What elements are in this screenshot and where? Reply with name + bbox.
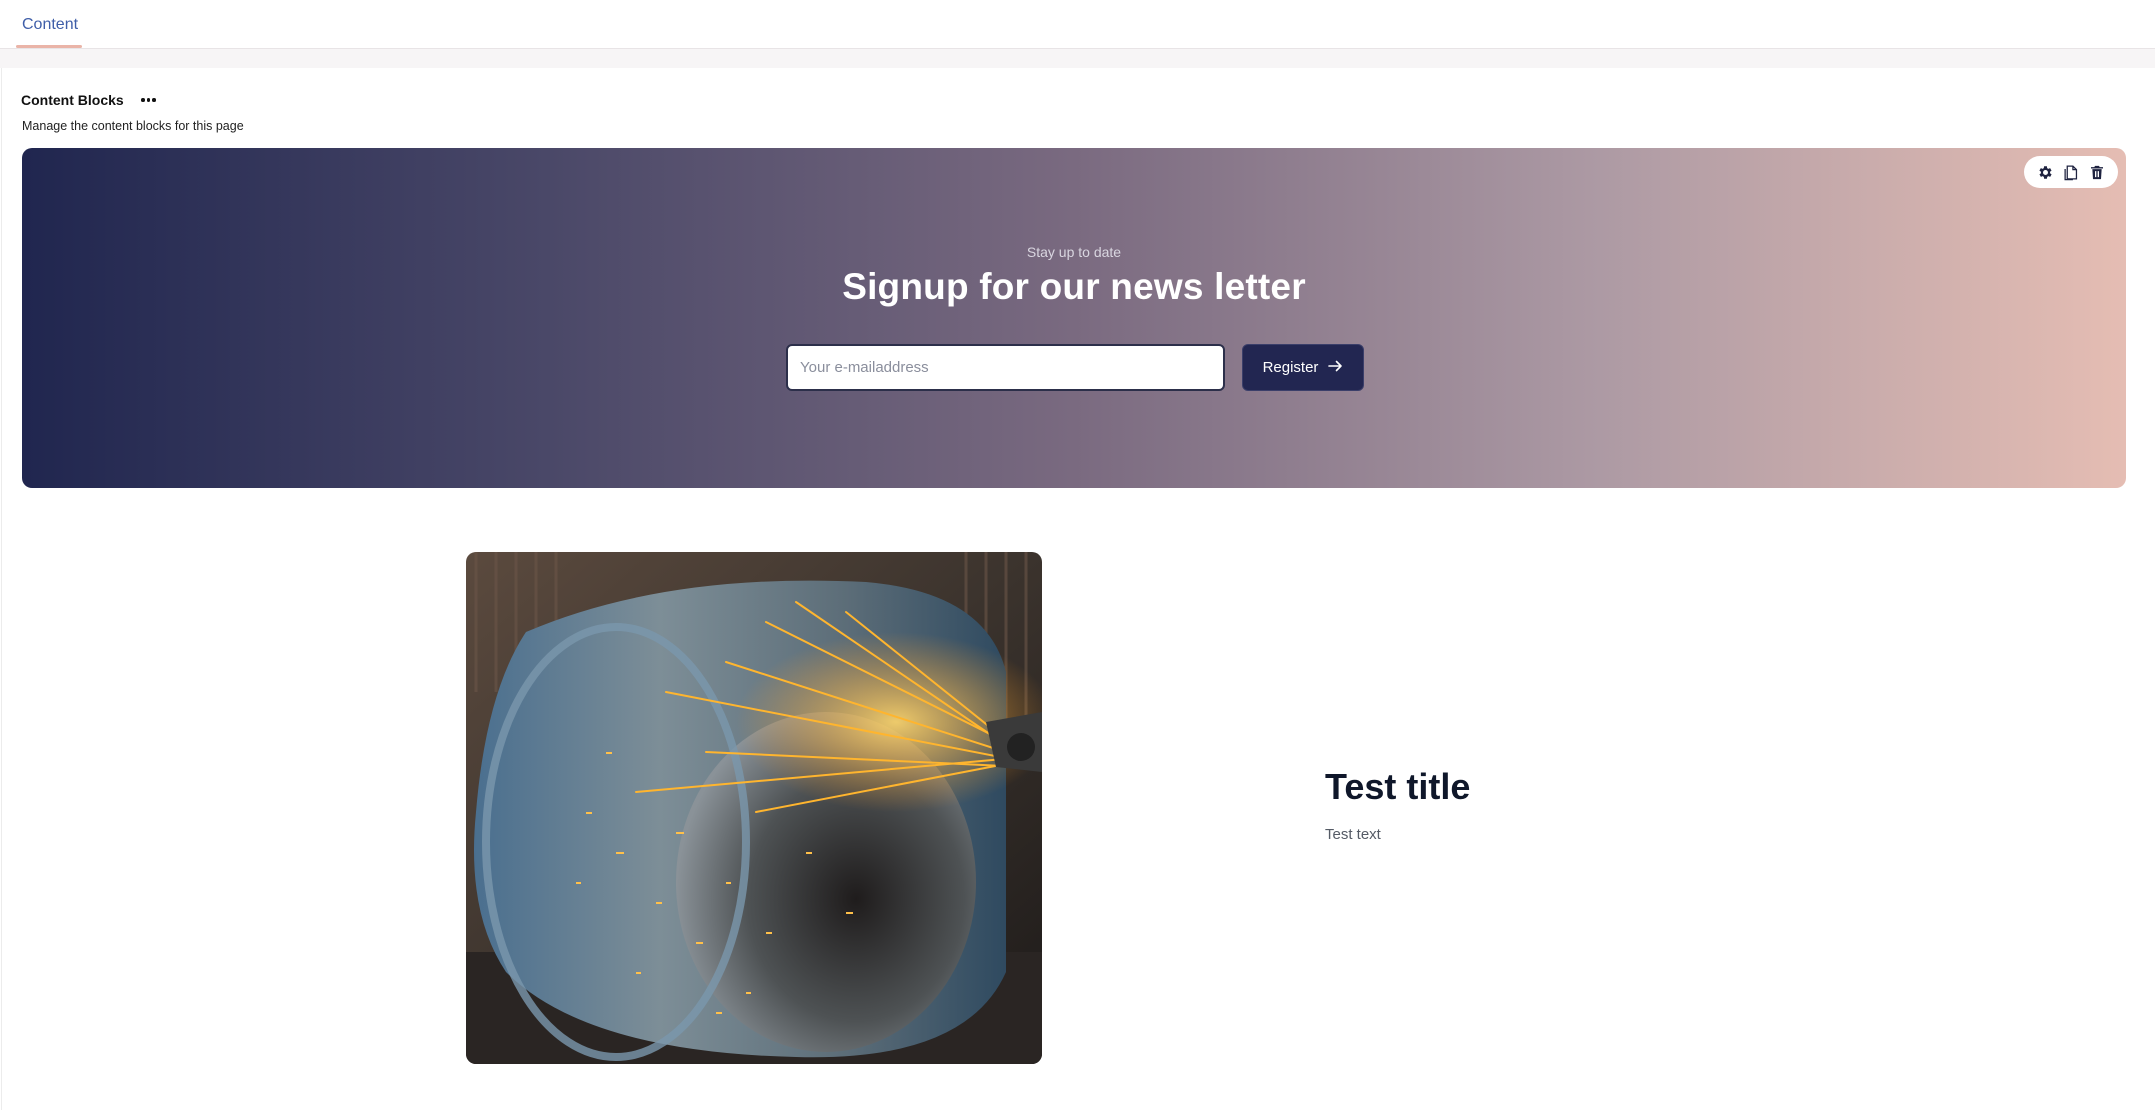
gear-icon[interactable] bbox=[2036, 162, 2056, 182]
register-button[interactable]: Register bbox=[1242, 344, 1364, 391]
media-image bbox=[466, 552, 1042, 1064]
tab-content[interactable]: Content bbox=[16, 0, 84, 49]
newsletter-form: Register bbox=[786, 344, 1364, 391]
section-header: Content Blocks bbox=[21, 92, 160, 108]
media-text: Test text bbox=[1325, 826, 1381, 843]
block-toolbar bbox=[2024, 156, 2118, 188]
arrow-right-icon bbox=[1328, 359, 1343, 376]
newsletter-kicker: Stay up to date bbox=[1026, 244, 1122, 260]
section-title: Content Blocks bbox=[21, 92, 124, 108]
active-tab-indicator bbox=[16, 45, 82, 48]
tab-content-label: Content bbox=[22, 15, 79, 33]
tab-bar: Content bbox=[0, 0, 2155, 49]
email-field[interactable] bbox=[786, 344, 1225, 391]
divider-band bbox=[0, 49, 2155, 68]
duplicate-icon[interactable] bbox=[2061, 162, 2081, 182]
newsletter-block[interactable]: Stay up to date Signup for our news lett… bbox=[22, 148, 2126, 488]
newsletter-title: Signup for our news letter bbox=[842, 266, 1306, 307]
media-title: Test title bbox=[1325, 766, 1471, 807]
more-options-icon[interactable] bbox=[138, 93, 160, 107]
section-description: Manage the content blocks for this page bbox=[22, 119, 244, 133]
trash-icon[interactable] bbox=[2087, 162, 2107, 182]
register-button-label: Register bbox=[1262, 359, 1319, 376]
